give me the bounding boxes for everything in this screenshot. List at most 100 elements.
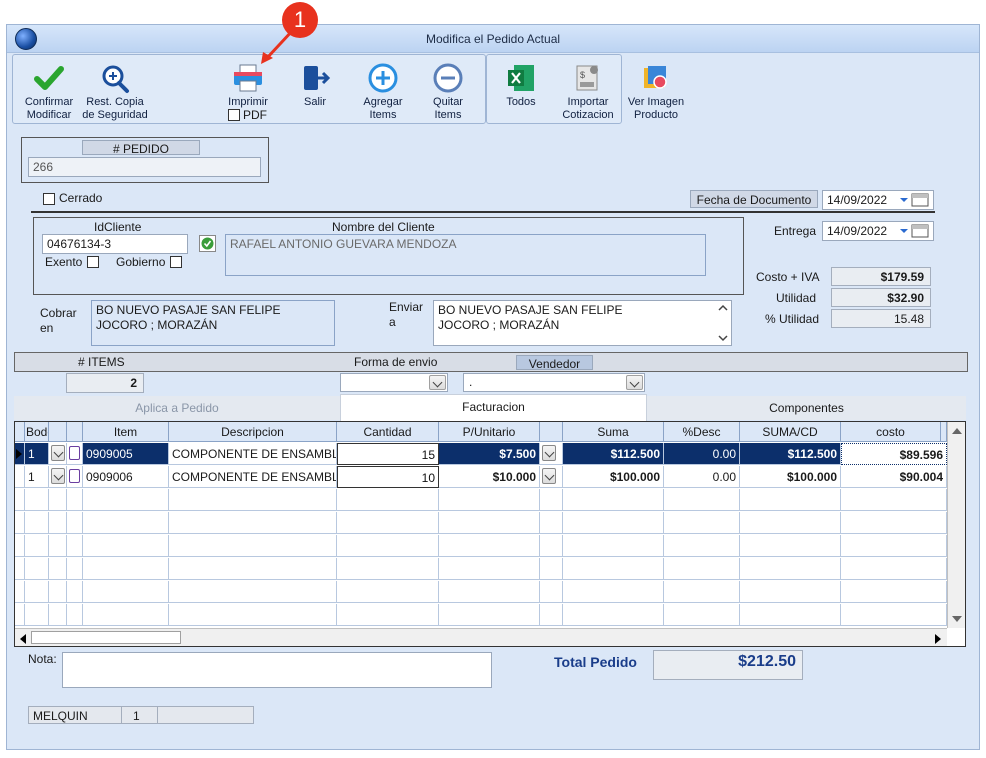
table-cell-empty [337, 604, 439, 626]
table-cell-desc[interactable]: COMPONENTE DE ENSAMBLAJE [169, 443, 337, 465]
table-cell-empty [49, 535, 67, 557]
table-cell-disc[interactable]: 0.00 [664, 466, 740, 488]
table-cell-price[interactable]: $10.000 [439, 466, 540, 488]
table-cell-empty [25, 558, 49, 580]
chevron-down-icon[interactable] [542, 468, 556, 484]
column-header-cost[interactable]: costo [841, 422, 941, 442]
separator-line [31, 211, 935, 213]
column-header-unit-price[interactable]: P/Unitario [439, 422, 540, 442]
table-cell-empty [15, 581, 25, 603]
closed-checkbox[interactable] [43, 193, 55, 205]
lookup-magnifier-icon[interactable] [69, 469, 80, 483]
table-cell-cost[interactable]: $89.596 [841, 443, 947, 465]
calendar-dropdown-icon[interactable] [898, 192, 932, 208]
shipping-method-select[interactable] [340, 373, 448, 392]
table-cell-empty [25, 512, 49, 534]
table-cell-marker[interactable] [15, 466, 25, 488]
table-cell-empty [67, 604, 83, 626]
table-cell-marker[interactable] [15, 443, 25, 465]
horizontal-scroll-thumb[interactable] [31, 631, 181, 644]
table-cell-item[interactable]: 0909006 [83, 466, 169, 488]
backup-label-1: Rest. Copia [86, 96, 144, 108]
column-header-bodega[interactable]: Bodega [25, 422, 49, 442]
status-divider [157, 707, 158, 723]
table-cell-qty[interactable]: 15 [337, 443, 439, 465]
table-cell-dd2[interactable] [540, 443, 563, 465]
confirm-modify-button[interactable]: Confirmar Modificar [12, 58, 86, 122]
table-cell-empty [563, 604, 664, 626]
chevron-down-icon[interactable] [51, 468, 65, 484]
address-scrollbar[interactable] [716, 302, 730, 344]
chevron-down-icon[interactable] [429, 375, 446, 390]
table-cell-dd[interactable] [49, 466, 67, 488]
table-cell-sumcd[interactable]: $100.000 [740, 466, 841, 488]
chevron-down-icon[interactable] [542, 445, 556, 461]
exempt-checkbox[interactable] [87, 256, 99, 268]
remove-items-button[interactable]: Quitar Items [411, 58, 485, 122]
column-header-sum-cd[interactable]: SUMA/CD [740, 422, 841, 442]
table-cell-empty [740, 558, 841, 580]
ship-to-label-2: a [389, 315, 396, 329]
view-product-image-button[interactable]: Ver Imagen Producto [619, 58, 693, 122]
table-cell-bodega[interactable]: 1 [25, 443, 49, 465]
client-id-field[interactable]: 04676134-3 [42, 234, 188, 254]
confirm-label-1: Confirmar [24, 96, 74, 108]
restore-backup-button[interactable]: Rest. Copia de Seguridad [78, 58, 152, 122]
table-cell-empty [439, 581, 540, 603]
backup-label-2: de Seguridad [82, 109, 148, 121]
scroll-up-icon[interactable] [951, 426, 963, 436]
scroll-left-icon[interactable] [18, 633, 28, 645]
add-items-button[interactable]: Agregar Items [346, 58, 420, 122]
tab-billing[interactable]: Facturacion [340, 394, 647, 421]
chevron-down-icon[interactable] [626, 375, 643, 390]
tab-components[interactable]: Componentes [647, 396, 966, 420]
table-cell-cost[interactable]: $90.004 [841, 466, 947, 488]
grid-horizontal-scrollbar[interactable] [15, 628, 947, 646]
note-field[interactable] [62, 652, 492, 688]
table-cell-price[interactable]: $7.500 [439, 443, 540, 465]
image-label-1: Ver Imagen [627, 96, 685, 108]
seller-value: . [469, 375, 473, 389]
table-cell-empty [540, 512, 563, 534]
table-cell-qty[interactable]: 10 [337, 466, 439, 488]
table-cell-sum[interactable]: $112.500 [563, 443, 664, 465]
table-cell-empty [169, 581, 337, 603]
calendar-dropdown-icon[interactable] [898, 223, 932, 239]
column-header-item[interactable]: Item [83, 422, 169, 442]
table-cell-empty [439, 489, 540, 511]
government-checkbox[interactable] [170, 256, 182, 268]
table-cell-disc[interactable]: 0.00 [664, 443, 740, 465]
confirm-label-2: Modificar [26, 109, 72, 121]
column-header-description[interactable]: Descripcion [169, 422, 337, 442]
excel-all-button[interactable]: Todos [484, 58, 558, 122]
table-cell-empty [337, 558, 439, 580]
scroll-right-icon[interactable] [933, 633, 943, 645]
table-cell-sumcd[interactable]: $112.500 [740, 443, 841, 465]
lookup-magnifier-icon[interactable] [69, 446, 80, 460]
table-cell-dd[interactable] [49, 443, 67, 465]
tab-applies-to-order[interactable]: Aplica a Pedido [14, 396, 340, 420]
column-header-quantity[interactable]: Cantidad [337, 422, 439, 442]
profit-pct-value: 15.48 [831, 309, 931, 328]
table-cell-look[interactable] [67, 466, 83, 488]
grid-vertical-scrollbar[interactable] [947, 422, 965, 628]
column-header-discount[interactable]: %Desc [664, 422, 740, 442]
chevron-down-icon[interactable] [51, 445, 65, 461]
seller-select[interactable]: . [463, 373, 645, 392]
table-cell-bodega[interactable]: 1 [25, 466, 49, 488]
table-cell-item[interactable]: 0909005 [83, 443, 169, 465]
table-cell-look[interactable] [67, 443, 83, 465]
exit-button[interactable]: Salir [278, 58, 352, 122]
ship-to-field[interactable]: BO NUEVO PASAJE SAN FELIPE JOCORO ; MORAZ… [433, 300, 732, 346]
bill-line-2: JOCORO ; MORAZÁN [96, 318, 218, 332]
validate-check-icon[interactable] [199, 235, 216, 252]
import-quote-button[interactable]: $ Importar Cotizacion [551, 58, 625, 122]
table-cell-dd2[interactable] [540, 466, 563, 488]
bill-line-1: BO NUEVO PASAJE SAN FELIPE [96, 303, 281, 317]
table-cell-sum[interactable]: $100.000 [563, 466, 664, 488]
table-cell-desc[interactable]: COMPONENTE DE ENSAMBLAJE [169, 466, 337, 488]
column-header-sum[interactable]: Suma [563, 422, 664, 442]
pdf-checkbox[interactable] [228, 109, 240, 121]
zoom-in-icon [102, 65, 129, 93]
scroll-down-icon[interactable] [951, 614, 963, 624]
